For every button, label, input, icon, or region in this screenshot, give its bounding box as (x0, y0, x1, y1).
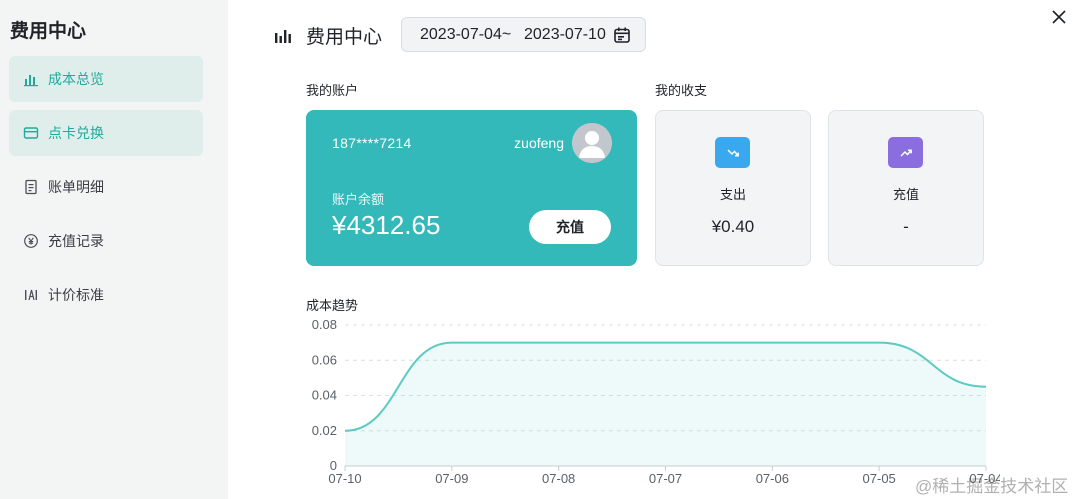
sidebar-item-pricing[interactable]: 计价标准 (9, 272, 203, 318)
y-tick-label: 0.06 (312, 352, 337, 367)
sidebar-item-recharge-record[interactable]: 充值记录 (9, 218, 203, 264)
recharge-value: - (903, 217, 909, 236)
date-range-picker[interactable]: 2023-07-04~ 2023-07-10 (401, 17, 646, 52)
account-section-label: 我的账户 (306, 83, 359, 98)
pricing-icon (23, 287, 39, 303)
date-start-text: 2023-07-04 (420, 25, 502, 43)
account-phone: 187****7214 (332, 135, 412, 151)
sidebar-item-label: 充值记录 (48, 233, 104, 249)
account-card: 187****7214 zuofeng 账户余额 ¥4312.65 充值 (306, 110, 637, 266)
sidebar-item-label: 账单明细 (48, 179, 104, 195)
x-tick-label: 07-08 (542, 471, 575, 486)
sidebar-item-label: 点卡兑换 (48, 125, 104, 141)
card-icon (23, 125, 39, 141)
expense-value: ¥0.40 (711, 217, 755, 236)
balance-value: ¥4312.65 (332, 210, 441, 240)
date-end-input[interactable]: 2023-07-10 (524, 26, 606, 44)
x-tick-label: 07-10 (328, 471, 361, 486)
expense-card: 支出 ¥0.40 (655, 110, 811, 266)
trend-up-icon (888, 137, 923, 168)
sidebar-item-label: 计价标准 (48, 287, 104, 303)
date-separator: ~ (501, 25, 512, 43)
y-tick-label: 0.02 (312, 423, 337, 438)
chart-title: 成本趋势 (306, 298, 359, 313)
cost-center-app: 费用中心 成本总览 点卡兑换 账单明细 充值记录 计价标准 费用中心 2023-… (0, 0, 1080, 499)
sidebar-item-bill-detail[interactable]: 账单明细 (9, 164, 203, 210)
x-tick-label: 07-06 (756, 471, 789, 486)
date-start-input[interactable]: 2023-07-04~ (420, 26, 516, 44)
sidebar-item-cost-overview[interactable]: 成本总览 (9, 56, 203, 102)
x-tick-label: 07-05 (863, 471, 896, 486)
watermark: @稀土掘金技术社区 (915, 477, 1069, 496)
sidebar-item-card-exchange[interactable]: 点卡兑换 (9, 110, 203, 156)
avatar[interactable] (572, 123, 612, 163)
close-icon[interactable] (1050, 8, 1068, 26)
bar-chart-icon (274, 28, 292, 44)
x-tick-label: 07-07 (649, 471, 682, 486)
recharge-label: 充值 (892, 187, 919, 202)
income-expense-section-label: 我的收支 (655, 83, 708, 98)
expense-label: 支出 (719, 187, 746, 202)
series-area (345, 342, 986, 466)
sidebar-title: 费用中心 (10, 21, 87, 42)
y-tick-label: 0.08 (312, 318, 337, 332)
sidebar-nav: 成本总览 点卡兑换 账单明细 充值记录 计价标准 (9, 56, 203, 326)
sidebar: 费用中心 成本总览 点卡兑换 账单明细 充值记录 计价标准 (0, 0, 228, 499)
bar-chart-icon (23, 71, 39, 87)
x-tick-label: 07-09 (435, 471, 468, 486)
recharge-card: 充值 - (828, 110, 984, 266)
page-title: 费用中心 (306, 27, 383, 48)
calendar-icon[interactable] (613, 26, 631, 44)
bill-icon (23, 179, 39, 195)
account-username: zuofeng (514, 135, 564, 151)
recharge-button[interactable]: 充值 (529, 210, 611, 244)
cost-trend-chart: 00.020.040.060.0807-10 07-09 07-08 07-07 07-… (312, 318, 1000, 486)
sidebar-item-label: 成本总览 (48, 71, 104, 87)
balance-label: 账户余额 (332, 192, 385, 207)
yuan-circle-icon (23, 233, 39, 249)
trend-down-icon (715, 137, 750, 168)
y-tick-label: 0.04 (312, 388, 337, 403)
